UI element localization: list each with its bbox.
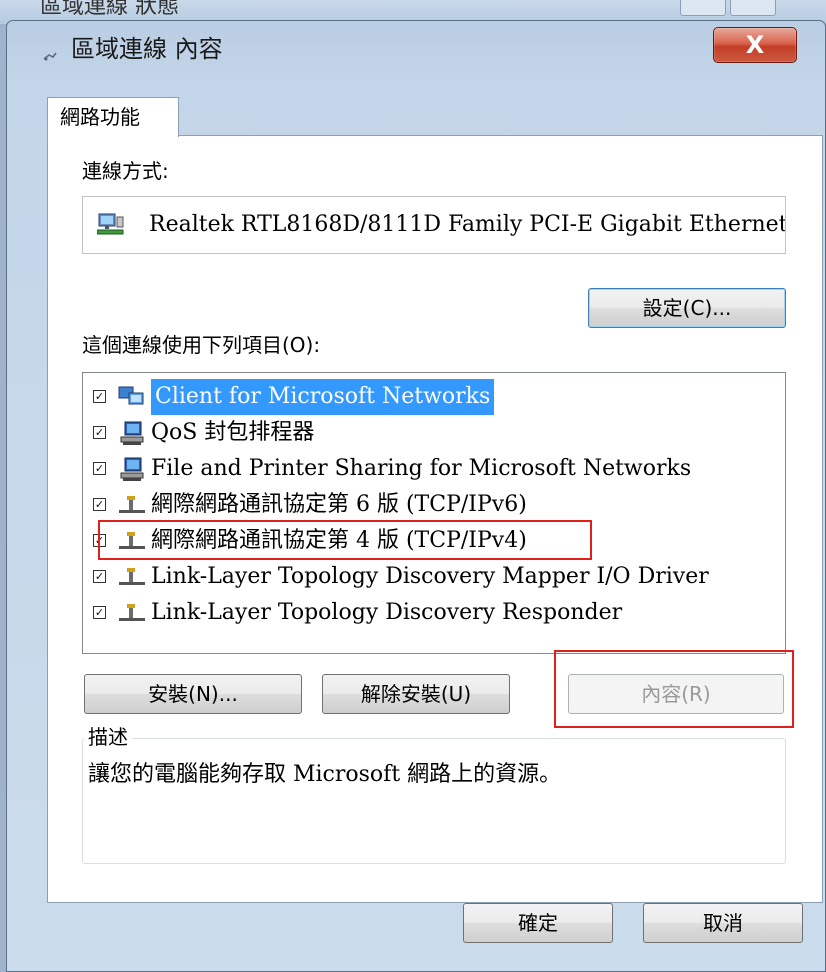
description-group	[82, 738, 786, 864]
protocol-icon	[117, 529, 147, 553]
item-label: 網際網路通訊協定第 4 版 (TCP/IPv4)	[151, 528, 527, 553]
close-button[interactable]: X	[713, 27, 797, 63]
background-window-button[interactable]	[680, 0, 726, 16]
item-label: 網際網路通訊協定第 6 版 (TCP/IPv6)	[151, 492, 527, 517]
item-label: Link-Layer Topology Discovery Responder	[151, 600, 623, 625]
item-label: QoS 封包排程器	[151, 420, 315, 445]
background-window-title: 區域連線 狀態	[40, 0, 179, 19]
ok-button[interactable]: 確定	[463, 903, 613, 943]
network-adapter-icon	[96, 211, 125, 237]
network-connection-icon	[43, 51, 57, 61]
item-checkbox[interactable]: ✓	[93, 606, 106, 619]
tab-panel: 連線方式: Realtek RTL8168D/8111D Family PCI-…	[47, 135, 823, 903]
protocol-icon	[117, 601, 147, 625]
description-title: 描述	[84, 724, 132, 750]
adapter-field: Realtek RTL8168D/8111D Family PCI-E Giga…	[82, 196, 786, 254]
install-button[interactable]: 安裝(N)...	[84, 674, 302, 714]
items-label: 這個連線使用下列項目(O):	[82, 333, 321, 357]
cancel-button[interactable]: 取消	[643, 903, 803, 943]
item-checkbox[interactable]: ✓	[93, 498, 106, 511]
item-checkbox[interactable]: ✓	[93, 570, 106, 583]
list-item-tcp-ipv4[interactable]: ✓ 網際網路通訊協定第 4 版 (TCP/IPv4)	[83, 523, 783, 559]
item-checkbox[interactable]: ✓	[93, 390, 106, 403]
protocol-icon	[117, 565, 147, 589]
configure-button[interactable]: 設定(C)...	[588, 288, 786, 328]
item-label: File and Printer Sharing for Microsoft N…	[151, 456, 692, 481]
tab-networking[interactable]: 網路功能	[47, 97, 179, 137]
properties-button[interactable]: 內容(R)	[568, 674, 784, 714]
title-bar: 區域連線 內容 X	[7, 21, 825, 73]
background-window-button[interactable]	[730, 0, 776, 16]
list-item-lltd-responder[interactable]: ✓ Link-Layer Topology Discovery Responde…	[83, 595, 783, 631]
uninstall-button[interactable]: 解除安裝(U)	[322, 674, 510, 714]
components-list[interactable]: ✓ Client for Microsoft Networks ✓ QoS 封包…	[82, 372, 786, 654]
item-label: Client for Microsoft Networks	[151, 379, 495, 415]
list-item-file-printer-sharing[interactable]: ✓ File and Printer Sharing for Microsoft…	[83, 451, 783, 487]
network-client-icon	[117, 385, 147, 409]
list-item-client-microsoft-networks[interactable]: ✓ Client for Microsoft Networks	[83, 379, 783, 415]
description-text: 讓您的電腦能夠存取 Microsoft 網路上的資源。	[88, 762, 562, 787]
properties-dialog: 區域連線 內容 X 網路功能 連線方式: Realtek RTL8168D/81…	[6, 20, 826, 972]
adapter-name: Realtek RTL8168D/8111D Family PCI-E Giga…	[149, 212, 786, 237]
list-item-qos-packet-scheduler[interactable]: ✓ QoS 封包排程器	[83, 415, 783, 451]
item-label: Link-Layer Topology Discovery Mapper I/O…	[151, 564, 709, 589]
dialog-title: 區域連線 內容	[71, 35, 223, 63]
connect-using-label: 連線方式:	[82, 159, 169, 183]
list-item-tcp-ipv6[interactable]: ✓ 網際網路通訊協定第 6 版 (TCP/IPv6)	[83, 487, 783, 523]
item-checkbox[interactable]: ✓	[93, 426, 106, 439]
protocol-icon	[117, 493, 147, 517]
computer-service-icon	[117, 457, 147, 481]
item-checkbox[interactable]: ✓	[93, 462, 106, 475]
list-item-lltd-mapper[interactable]: ✓ Link-Layer Topology Discovery Mapper I…	[83, 559, 783, 595]
computer-service-icon	[117, 421, 147, 445]
item-checkbox[interactable]: ✓	[93, 534, 106, 547]
